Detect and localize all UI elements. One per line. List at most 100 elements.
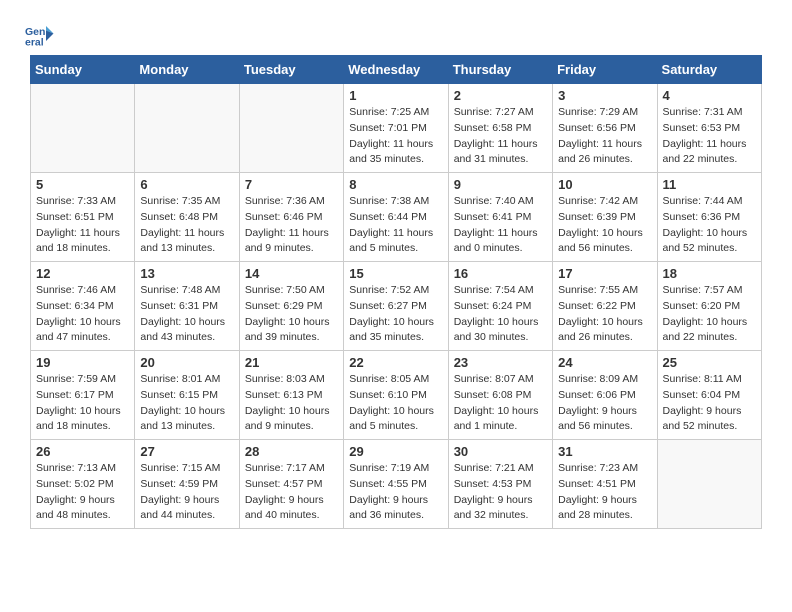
day-number: 29 <box>349 444 442 459</box>
day-info: Sunrise: 7:19 AMSunset: 4:55 PMDaylight:… <box>349 461 442 524</box>
day-info: Sunrise: 7:17 AMSunset: 4:57 PMDaylight:… <box>245 461 338 524</box>
day-number: 6 <box>140 177 233 192</box>
calendar-cell <box>657 440 761 529</box>
day-number: 18 <box>663 266 756 281</box>
day-number: 4 <box>663 88 756 103</box>
day-number: 2 <box>454 88 547 103</box>
calendar-cell: 9Sunrise: 7:40 AMSunset: 6:41 PMDaylight… <box>448 173 552 262</box>
day-number: 22 <box>349 355 442 370</box>
day-info: Sunrise: 8:03 AMSunset: 6:13 PMDaylight:… <box>245 372 338 435</box>
calendar-table: SundayMondayTuesdayWednesdayThursdayFrid… <box>30 55 762 529</box>
logo: Gen eral <box>25 20 59 50</box>
calendar-cell: 19 Sunrise: 7:59 AMSunset: 6:17 PMDayligh… <box>31 351 135 440</box>
day-info: Sunrise: 7:23 AMSunset: 4:51 PMDaylight:… <box>558 461 651 524</box>
day-number: 24 <box>558 355 651 370</box>
day-number: 23 <box>454 355 547 370</box>
calendar-body: 1 Sunrise: 7:25 AMSunset: 7:01 PMDaylight… <box>31 84 762 529</box>
day-info: Sunrise: 7:54 AMSunset: 6:24 PMDaylight:… <box>454 283 547 346</box>
calendar-cell: 28Sunrise: 7:17 AMSunset: 4:57 PMDayligh… <box>239 440 343 529</box>
day-info: Sunrise: 7:44 AMSunset: 6:36 PMDaylight:… <box>663 194 756 257</box>
day-info: Sunrise: 8:09 AMSunset: 6:06 PMDaylight:… <box>558 372 651 435</box>
calendar-cell <box>135 84 239 173</box>
calendar-cell: 29 Sunrise: 7:19 AMSunset: 4:55 PMDayligh… <box>344 440 448 529</box>
day-number: 8 <box>349 177 442 192</box>
calendar-cell: 3 Sunrise: 7:29 AMSunset: 6:56 PMDaylight… <box>553 84 657 173</box>
calendar-cell <box>239 84 343 173</box>
calendar-cell: 24 Sunrise: 8:09 AMSunset: 6:06 PMDayligh… <box>553 351 657 440</box>
calendar-cell: 31 Sunrise: 7:23 AMSunset: 4:51 PMDayligh… <box>553 440 657 529</box>
calendar-week-2: 5 Sunrise: 7:33 AMSunset: 6:51 PMDaylight… <box>31 173 762 262</box>
calendar-cell: 25 Sunrise: 8:11 AMSunset: 6:04 PMDayligh… <box>657 351 761 440</box>
calendar-cell <box>31 84 135 173</box>
weekday-row: SundayMondayTuesdayWednesdayThursdayFrid… <box>31 56 762 84</box>
day-info: Sunrise: 7:36 AMSunset: 6:46 PMDaylight:… <box>245 194 338 257</box>
day-number: 15 <box>349 266 442 281</box>
calendar-cell: 26Sunrise: 7:13 AMSunset: 5:02 PMDayligh… <box>31 440 135 529</box>
day-number: 20 <box>140 355 233 370</box>
day-info: Sunrise: 8:11 AMSunset: 6:04 PMDaylight:… <box>663 372 756 435</box>
calendar-cell: 22 Sunrise: 8:05 AMSunset: 6:10 PMDayligh… <box>344 351 448 440</box>
day-number: 9 <box>454 177 547 192</box>
day-number: 10 <box>558 177 651 192</box>
calendar-cell: 12 Sunrise: 7:46 AMSunset: 6:34 PMDayligh… <box>31 262 135 351</box>
calendar-cell: 14 Sunrise: 7:50 AMSunset: 6:29 PMDayligh… <box>239 262 343 351</box>
day-number: 26 <box>36 444 129 459</box>
day-info: Sunrise: 7:55 AMSunset: 6:22 PMDaylight:… <box>558 283 651 346</box>
day-info: Sunrise: 7:52 AMSunset: 6:27 PMDaylight:… <box>349 283 442 346</box>
calendar-week-3: 12 Sunrise: 7:46 AMSunset: 6:34 PMDayligh… <box>31 262 762 351</box>
day-number: 16 <box>454 266 547 281</box>
day-number: 3 <box>558 88 651 103</box>
day-number: 7 <box>245 177 338 192</box>
day-number: 25 <box>663 355 756 370</box>
calendar-header: SundayMondayTuesdayWednesdayThursdayFrid… <box>31 56 762 84</box>
day-number: 14 <box>245 266 338 281</box>
weekday-header-wednesday: Wednesday <box>344 56 448 84</box>
calendar-cell: 1 Sunrise: 7:25 AMSunset: 7:01 PMDaylight… <box>344 84 448 173</box>
day-number: 11 <box>663 177 756 192</box>
day-number: 30 <box>454 444 547 459</box>
page-header: Gen eral <box>10 10 782 55</box>
svg-text:eral: eral <box>25 37 44 49</box>
calendar-week-4: 19 Sunrise: 7:59 AMSunset: 6:17 PMDayligh… <box>31 351 762 440</box>
day-info: Sunrise: 8:05 AMSunset: 6:10 PMDaylight:… <box>349 372 442 435</box>
calendar-cell: 23 Sunrise: 8:07 AMSunset: 6:08 PMDayligh… <box>448 351 552 440</box>
day-info: Sunrise: 7:33 AMSunset: 6:51 PMDaylight:… <box>36 194 129 257</box>
day-info: Sunrise: 7:48 AMSunset: 6:31 PMDaylight:… <box>140 283 233 346</box>
weekday-header-thursday: Thursday <box>448 56 552 84</box>
day-number: 12 <box>36 266 129 281</box>
day-info: Sunrise: 8:07 AMSunset: 6:08 PMDaylight:… <box>454 372 547 435</box>
day-info: Sunrise: 7:42 AMSunset: 6:39 PMDaylight:… <box>558 194 651 257</box>
calendar-cell: 27Sunrise: 7:15 AMSunset: 4:59 PMDayligh… <box>135 440 239 529</box>
calendar-cell: 6 Sunrise: 7:35 AMSunset: 6:48 PMDaylight… <box>135 173 239 262</box>
calendar-wrapper: SundayMondayTuesdayWednesdayThursdayFrid… <box>10 55 782 529</box>
day-info: Sunrise: 8:01 AMSunset: 6:15 PMDaylight:… <box>140 372 233 435</box>
calendar-cell: 5 Sunrise: 7:33 AMSunset: 6:51 PMDaylight… <box>31 173 135 262</box>
calendar-cell: 20 Sunrise: 8:01 AMSunset: 6:15 PMDayligh… <box>135 351 239 440</box>
day-info: Sunrise: 7:25 AMSunset: 7:01 PMDaylight:… <box>349 105 442 168</box>
calendar-cell: 17 Sunrise: 7:55 AMSunset: 6:22 PMDayligh… <box>553 262 657 351</box>
day-info: Sunrise: 7:46 AMSunset: 6:34 PMDaylight:… <box>36 283 129 346</box>
day-number: 5 <box>36 177 129 192</box>
calendar-cell: 13 Sunrise: 7:48 AMSunset: 6:31 PMDayligh… <box>135 262 239 351</box>
calendar-cell: 10 Sunrise: 7:42 AMSunset: 6:39 PMDayligh… <box>553 173 657 262</box>
day-number: 17 <box>558 266 651 281</box>
weekday-header-sunday: Sunday <box>31 56 135 84</box>
day-info: Sunrise: 7:35 AMSunset: 6:48 PMDaylight:… <box>140 194 233 257</box>
calendar-cell: 30 Sunrise: 7:21 AMSunset: 4:53 PMDayligh… <box>448 440 552 529</box>
calendar-cell: 18Sunrise: 7:57 AMSunset: 6:20 PMDayligh… <box>657 262 761 351</box>
day-number: 13 <box>140 266 233 281</box>
calendar-cell: 2Sunrise: 7:27 AMSunset: 6:58 PMDaylight… <box>448 84 552 173</box>
day-info: Sunrise: 7:29 AMSunset: 6:56 PMDaylight:… <box>558 105 651 168</box>
day-info: Sunrise: 7:31 AMSunset: 6:53 PMDaylight:… <box>663 105 756 168</box>
calendar-cell: 4 Sunrise: 7:31 AMSunset: 6:53 PMDaylight… <box>657 84 761 173</box>
day-info: Sunrise: 7:21 AMSunset: 4:53 PMDaylight:… <box>454 461 547 524</box>
day-info: Sunrise: 7:59 AMSunset: 6:17 PMDaylight:… <box>36 372 129 435</box>
day-info: Sunrise: 7:38 AMSunset: 6:44 PMDaylight:… <box>349 194 442 257</box>
day-number: 19 <box>36 355 129 370</box>
weekday-header-monday: Monday <box>135 56 239 84</box>
day-number: 1 <box>349 88 442 103</box>
day-number: 31 <box>558 444 651 459</box>
calendar-cell: 11 Sunrise: 7:44 AMSunset: 6:36 PMDayligh… <box>657 173 761 262</box>
calendar-cell: 8 Sunrise: 7:38 AMSunset: 6:44 PMDaylight… <box>344 173 448 262</box>
day-info: Sunrise: 7:50 AMSunset: 6:29 PMDaylight:… <box>245 283 338 346</box>
